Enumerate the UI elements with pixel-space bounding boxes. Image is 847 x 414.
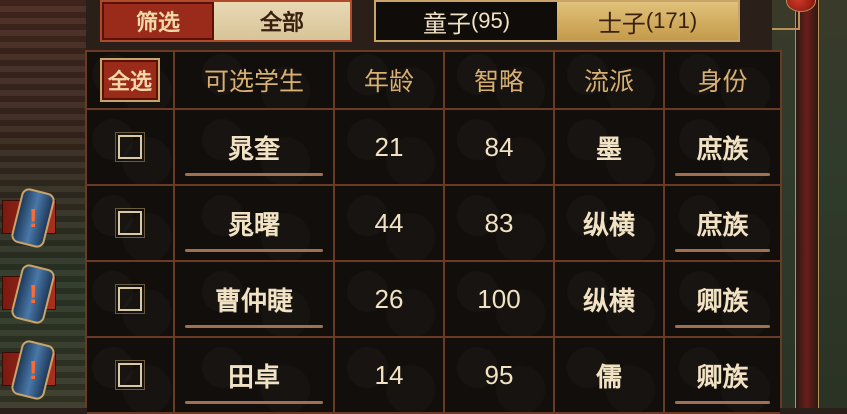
alert-badge[interactable]: ! bbox=[2, 262, 62, 326]
student-wisdom: 95 bbox=[445, 338, 555, 414]
select-all-button[interactable]: 全选 bbox=[99, 58, 160, 102]
alert-scroll-icon: ! bbox=[9, 338, 57, 402]
student-name[interactable]: 晁奎 bbox=[175, 110, 335, 186]
table-row[interactable]: 田卓 14 95 儒 卿族 bbox=[87, 338, 780, 414]
exclamation-icon: ! bbox=[28, 354, 38, 385]
exclamation-icon: ! bbox=[28, 278, 38, 309]
table-row[interactable]: 曹仲睫 26 100 纵横 卿族 bbox=[87, 262, 780, 338]
checkbox-cell bbox=[87, 338, 175, 414]
right-pillar-decoration bbox=[795, 0, 819, 408]
student-status[interactable]: 庶族 bbox=[665, 110, 780, 186]
student-school: 纵横 bbox=[555, 262, 665, 338]
tab-shizi[interactable]: 士子 (171) bbox=[557, 2, 738, 40]
student-school: 纵横 bbox=[555, 186, 665, 262]
tab-tongzi[interactable]: 童子 (95) bbox=[376, 2, 557, 40]
table-header: 全选 可选学生 年龄 智略 流派 身份 bbox=[87, 52, 780, 110]
student-school: 儒 bbox=[555, 338, 665, 414]
student-wisdom: 84 bbox=[445, 110, 555, 186]
student-name[interactable]: 曹仲睫 bbox=[175, 262, 335, 338]
tab-shizi-count: (171) bbox=[645, 8, 698, 33]
student-age: 21 bbox=[335, 110, 445, 186]
student-age: 26 bbox=[335, 262, 445, 338]
student-wisdom: 83 bbox=[445, 186, 555, 262]
row-checkbox[interactable] bbox=[115, 360, 145, 390]
filter-label: 筛选 bbox=[102, 2, 214, 40]
checkbox-cell bbox=[87, 110, 175, 186]
student-age: 14 bbox=[335, 338, 445, 414]
table-row[interactable]: 晁曙 44 83 纵横 庶族 bbox=[87, 186, 780, 262]
filter-dropdown[interactable]: 筛选 全部 bbox=[100, 0, 352, 42]
header-status: 身份 bbox=[665, 52, 780, 110]
student-status[interactable]: 庶族 bbox=[665, 186, 780, 262]
student-status[interactable]: 卿族 bbox=[665, 338, 780, 414]
tab-tongzi-count: (95) bbox=[470, 8, 511, 33]
student-table: 全选 可选学生 年龄 智略 流派 身份 晁奎 21 84 墨 庶族 晁曙 44 … bbox=[85, 50, 782, 414]
alert-badge[interactable]: ! bbox=[2, 338, 62, 402]
header-wisdom: 智略 bbox=[445, 52, 555, 110]
tab-shizi-label: 士子 bbox=[597, 9, 646, 38]
student-school: 墨 bbox=[555, 110, 665, 186]
select-all-cell: 全选 bbox=[87, 52, 175, 110]
row-checkbox[interactable] bbox=[115, 208, 145, 238]
student-name[interactable]: 晁曙 bbox=[175, 186, 335, 262]
alert-badge[interactable]: ! bbox=[2, 186, 62, 250]
category-tabs: 童子 (95) 士子 (171) bbox=[374, 0, 740, 42]
student-status[interactable]: 卿族 bbox=[665, 262, 780, 338]
filter-value[interactable]: 全部 bbox=[214, 2, 350, 40]
table-row[interactable]: 晁奎 21 84 墨 庶族 bbox=[87, 110, 780, 186]
student-wisdom: 100 bbox=[445, 262, 555, 338]
tab-tongzi-label: 童子 bbox=[422, 9, 471, 38]
checkbox-cell bbox=[87, 186, 175, 262]
alert-scroll-icon: ! bbox=[9, 186, 57, 250]
header-student: 可选学生 bbox=[175, 52, 335, 110]
header-age: 年龄 bbox=[335, 52, 445, 110]
row-checkbox[interactable] bbox=[115, 284, 145, 314]
student-age: 44 bbox=[335, 186, 445, 262]
checkbox-cell bbox=[87, 262, 175, 338]
alert-scroll-icon: ! bbox=[9, 262, 57, 326]
header-school: 流派 bbox=[555, 52, 665, 110]
exclamation-icon: ! bbox=[28, 202, 38, 233]
student-name[interactable]: 田卓 bbox=[175, 338, 335, 414]
row-checkbox[interactable] bbox=[115, 132, 145, 162]
